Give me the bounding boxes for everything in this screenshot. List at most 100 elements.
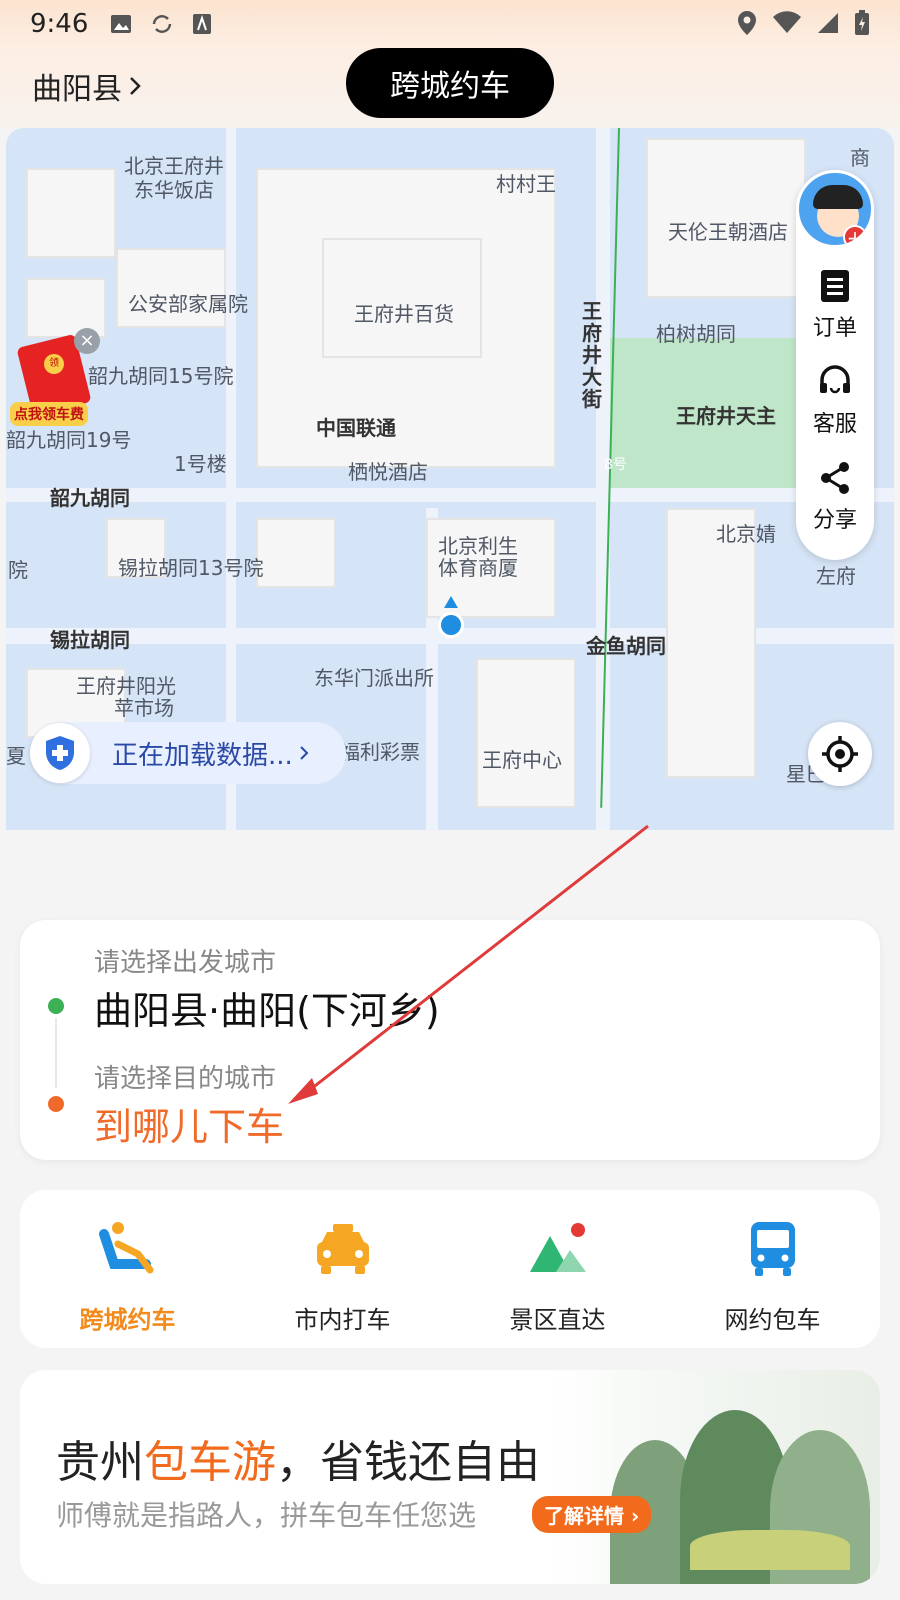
map-label: 王府中心 (482, 748, 562, 772)
taxi-icon (235, 1218, 450, 1282)
share-icon (821, 462, 849, 494)
map-label: 苹市场 (114, 696, 174, 720)
orders-button[interactable]: 订单 (796, 268, 874, 342)
map-label: 锡拉胡同 (50, 628, 130, 652)
map-building (26, 278, 106, 338)
red-packet-promo[interactable]: 领 点我领车费 × (10, 328, 102, 426)
map-label: 天伦王朝酒店 (668, 220, 788, 244)
map-label: 福利彩票 (340, 740, 420, 764)
current-location-marker (438, 612, 464, 638)
banner-landscape-image (550, 1370, 880, 1584)
red-packet-label: 点我领车费 (10, 402, 88, 426)
map-label: 柏树胡同 (656, 322, 736, 346)
shield-icon (30, 723, 90, 783)
customer-service-button[interactable]: 客服 (796, 364, 874, 438)
city-selector[interactable]: 曲阳县 (32, 64, 142, 108)
map-label: 金鱼胡同 (586, 634, 666, 658)
bus-icon (665, 1218, 880, 1282)
header: 曲阳县 跨城约车 (0, 48, 900, 128)
tab-intercity[interactable]: 跨城约车 (20, 1218, 235, 1335)
mountain-icon (450, 1218, 665, 1282)
share-label: 分享 (812, 508, 857, 533)
close-icon[interactable]: × (74, 328, 100, 354)
security-status-pill[interactable]: 正在加载数据... (30, 722, 346, 784)
tab-charter[interactable]: 网约包车 (665, 1218, 880, 1335)
chevron-right-icon (300, 746, 309, 760)
banner-title-part: ，省钱还自由 (276, 1437, 540, 1488)
map-label: 公安部家属院 (128, 292, 248, 316)
destination-hint: 请选择目的城市 (94, 1064, 277, 1094)
origin-hint: 请选择出发城市 (94, 948, 277, 978)
sync-icon (153, 15, 172, 33)
map-label: 8号 (604, 457, 627, 473)
map-label: 1号楼 (174, 452, 227, 476)
tab-label: 市内打车 (294, 1306, 391, 1334)
map-label: 中国联通 (316, 416, 396, 440)
learn-more-label: 了解详情 (544, 1504, 624, 1528)
map-label: 体育商厦 (438, 556, 518, 580)
status-bar: 9:46 (0, 0, 900, 48)
wifi-icon (773, 11, 801, 33)
map-label: 左府 (816, 564, 856, 588)
map-label: 韶九胡同19号 (6, 428, 132, 452)
status-time: 9:46 (30, 9, 89, 39)
map-label: 院 (8, 558, 28, 582)
chevron-right-icon (130, 77, 141, 95)
map-road (6, 488, 894, 502)
image-icon (111, 15, 132, 33)
route-card: 请选择出发城市 曲阳县·曲阳(下河乡) 请选择目的城市 到哪儿下车 (20, 920, 880, 1160)
status-notification-icons (110, 12, 212, 36)
map-label: 夏 (6, 744, 26, 768)
battery-icon (855, 10, 869, 35)
map-building (256, 518, 336, 588)
origin-field[interactable]: 曲阳县·曲阳(下河乡) (94, 980, 440, 1035)
signal-icon (818, 13, 838, 33)
orders-label: 订单 (812, 316, 857, 341)
tab-label: 跨城约车 (79, 1306, 176, 1334)
origin-dot (48, 998, 64, 1014)
map-label: 锡拉胡同13号院 (118, 556, 264, 580)
add-icon: + (843, 225, 867, 245)
status-system-icons (736, 10, 870, 36)
service-tabs: 跨城约车 市内打车 景区直达 网约包车 (20, 1190, 880, 1348)
heading-arrow-icon (444, 596, 458, 608)
banner-title-part: 贵州 (56, 1437, 144, 1488)
side-panel: + 订单 客服 分享 (796, 170, 874, 560)
avatar[interactable]: + (796, 170, 874, 248)
map-label: 王府井大街 (582, 299, 602, 411)
red-packet-coin: 领 (44, 354, 64, 374)
tab-city-taxi[interactable]: 市内打车 (235, 1218, 450, 1335)
loading-text: 正在加载数据... (112, 740, 293, 771)
avatar-hair (813, 185, 863, 209)
location-icon (738, 11, 756, 35)
map-building (666, 508, 756, 778)
promo-banner[interactable]: 贵州包车游，省钱还自由 师傅就是指路人，拼车包车任您选 了解详情 › (20, 1370, 880, 1584)
banner-title-highlight: 包车游 (144, 1437, 276, 1488)
map-label: 北京婧 (716, 522, 776, 546)
map-label: 村村王 (496, 172, 556, 196)
city-name: 曲阳县 (32, 72, 122, 107)
route-connector (55, 1018, 57, 1088)
map-label: 王府井百货 (354, 302, 454, 326)
map-label: 栖悦酒店 (348, 460, 428, 484)
map-label: 王府井天主 (676, 404, 776, 428)
document-icon (821, 270, 849, 302)
page-title: 跨城约车 (346, 48, 554, 118)
map-building (26, 168, 116, 258)
destination-dot (48, 1096, 64, 1112)
map-label: 东华饭店 (134, 178, 214, 202)
share-button[interactable]: 分享 (796, 460, 874, 534)
map-label: 韶九胡同 (50, 486, 130, 510)
map-building (476, 658, 576, 808)
map-label: 东华门派出所 (314, 666, 434, 690)
tab-scenic[interactable]: 景区直达 (450, 1218, 665, 1335)
destination-field[interactable]: 到哪儿下车 (94, 1096, 284, 1151)
map-label: 商 (850, 146, 870, 170)
tab-label: 景区直达 (509, 1306, 606, 1334)
seat-icon (20, 1218, 235, 1282)
customer-service-label: 客服 (812, 412, 857, 437)
learn-more-button[interactable]: 了解详情 › (532, 1496, 652, 1533)
tab-label: 网约包车 (724, 1306, 821, 1334)
text-app-icon (193, 14, 212, 34)
locate-me-button[interactable] (808, 722, 872, 786)
